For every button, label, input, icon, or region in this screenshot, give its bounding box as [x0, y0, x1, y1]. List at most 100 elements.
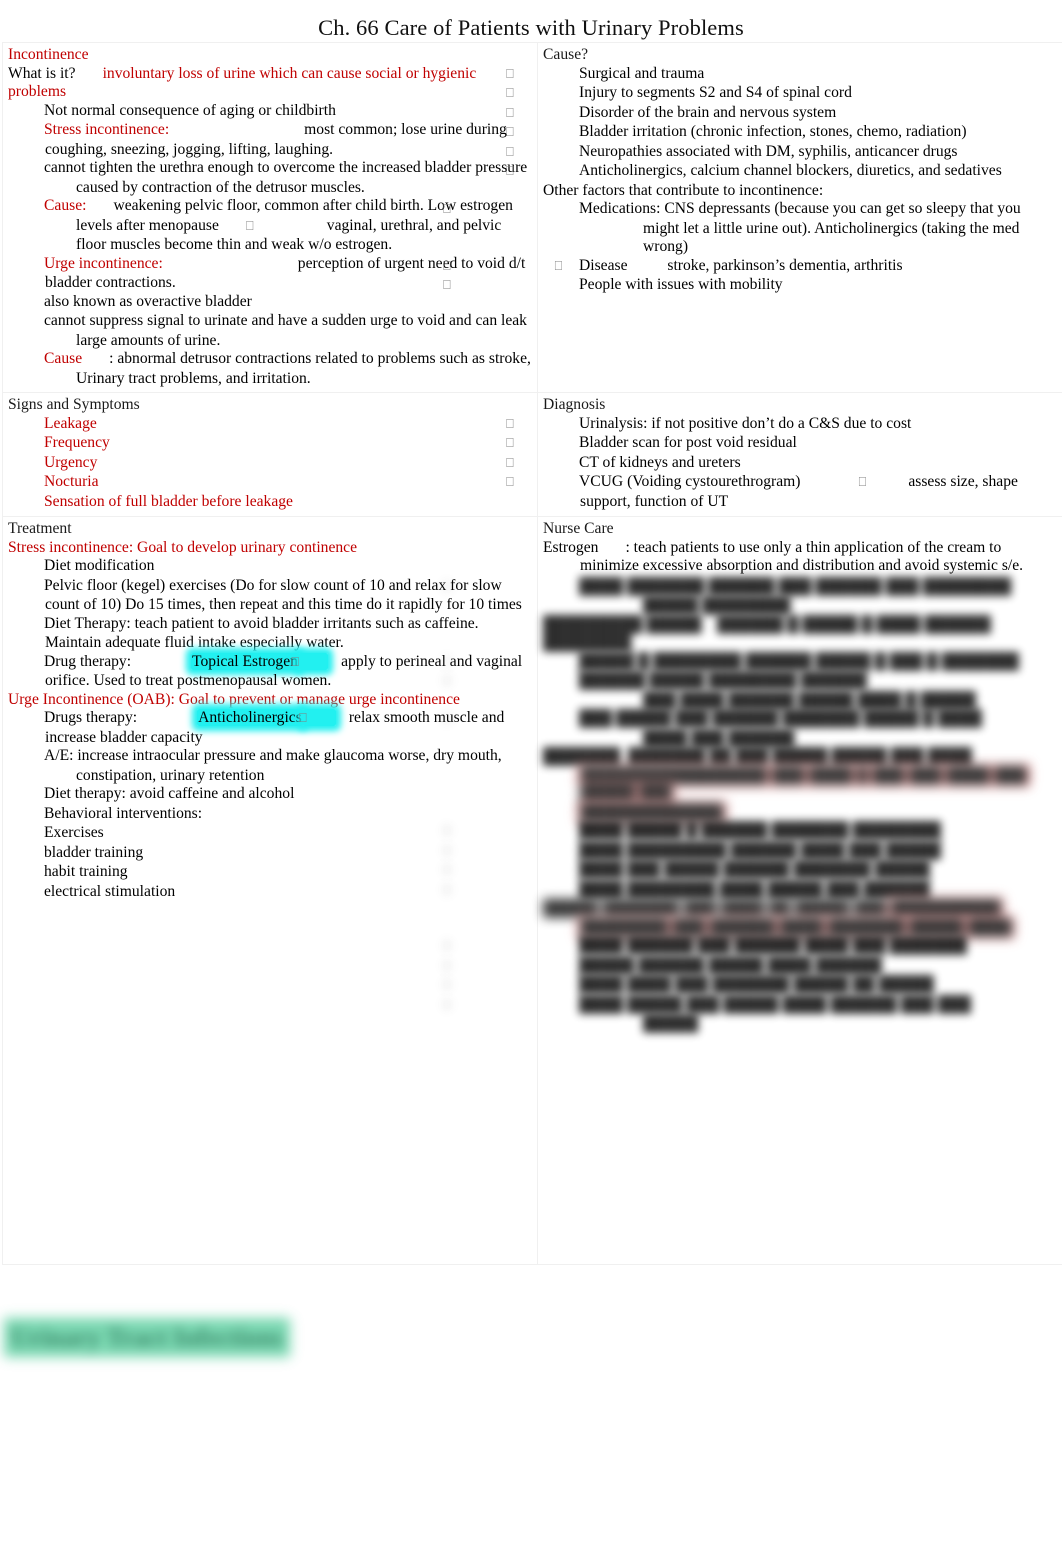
bullet-box-icon — [8, 845, 17, 864]
obscured-list-item: ████ ███ █████ ██████ ███████ █████ — [543, 861, 1058, 881]
list-item: Bladder irritation (chronic infection, s… — [543, 123, 1058, 143]
list-item: Neuropathies associated with DM, syphili… — [543, 143, 1058, 163]
list-item-label: Not normal consequence of aging or child… — [44, 101, 336, 119]
list-item-urge-cause: Cause: abnormal detrusor contractions re… — [8, 350, 533, 388]
obscured-highlight-line: █████████████ — [543, 803, 1058, 823]
list-item-label: Behavioral interventions: — [44, 804, 203, 822]
obscured-list-item: ████ ████ ███ ███████ █████ ██ █████ — [543, 976, 1058, 996]
stress-goal: Stress incontinence: Goal to develop uri… — [8, 538, 358, 556]
arrow-box-icon — [314, 218, 323, 237]
list-item: bladder training — [8, 844, 533, 864]
list-item-label: electrical stimulation — [44, 882, 176, 900]
urge-goal: Urge Incontinence (OAB): Goal to prevent… — [8, 690, 460, 708]
bullet-box-icon — [8, 616, 17, 635]
bullet-box-icon — [8, 558, 17, 577]
bullet-box-icon — [543, 823, 552, 842]
obscured-list-item: █████ ██████ █████ ████ ██████ — [543, 957, 1058, 977]
highlight-trailing-space — [298, 652, 329, 670]
list-item: Bladder scan for post void residual — [543, 434, 1058, 454]
bullet-box-icon — [543, 124, 552, 143]
estrogen-line: Estrogen: teach patients to use only a t… — [543, 539, 1058, 576]
arrow-box-icon — [328, 654, 337, 673]
list-item-vcug: VCUG (Voiding cystourethrogram) assess s… — [543, 473, 1058, 511]
list-item-drugs-therapy: Drugs therapy:Anticholinergics relax smo… — [8, 709, 533, 747]
list-item-label: Injury to segments S2 and S4 of spinal c… — [579, 84, 852, 101]
bullet-box-icon — [8, 578, 17, 597]
list-item-label: Disorder of the brain and nervous system — [579, 103, 837, 121]
bullet-box-icon — [543, 105, 552, 124]
bullet-box-icon — [8, 256, 17, 275]
list-item: Surgical and trauma — [543, 65, 1058, 85]
table-row: Treatment Stress incontinence: Goal to d… — [2, 516, 1062, 1265]
list-item-label: Nocturia — [44, 473, 99, 490]
cell-cause: Cause? Surgical and trauma Injury to seg… — [537, 42, 1062, 393]
list-item-label: Diet Therapy: teach patient to avoid bla… — [44, 614, 483, 652]
list-item: Nocturia — [8, 473, 533, 493]
list-item: Leakage — [8, 415, 533, 435]
what-is-it-line: What is it? involuntary loss of urine whi… — [8, 65, 533, 102]
bullet-box-icon — [543, 579, 552, 598]
list-item: Injury to segments S2 and S4 of spinal c… — [543, 84, 1058, 104]
cause-heading: Cause? — [543, 46, 589, 63]
table-row: Incontinence What is it? involuntary loss… — [2, 42, 1062, 393]
pink-highlight: ██████████ — [890, 900, 1002, 917]
bullet-box-icon — [8, 710, 17, 729]
list-item-label: Sensation of full bladder before leakage — [44, 492, 293, 510]
list-item-label: Neuropathies associated with DM, syphili… — [579, 142, 958, 160]
list-item-label: Urinalysis: if not positive don’t do a C… — [579, 414, 912, 432]
content-grid: Incontinence What is it? involuntary loss… — [2, 42, 1062, 1265]
bullet-box-icon — [543, 201, 552, 220]
obscured-highlight-line: █████ ███████ ███ ████ ██ █████ ███ ████… — [543, 900, 1002, 917]
bullet-box-icon — [543, 66, 552, 85]
bullet-box-icon — [543, 958, 552, 977]
list-item: Diet therapy: avoid caffeine and alcohol — [8, 785, 533, 805]
bullet-box-icon — [8, 748, 17, 767]
obscured-highlight-line: ████████ ███ ██████ ████ ███████ █████ █… — [543, 918, 1058, 938]
bullet-box-icon — [543, 862, 552, 881]
list-item-label: also known as overactive bladder — [44, 292, 252, 310]
bullet-box-icon — [8, 494, 17, 513]
bullet-box-icon — [543, 977, 552, 996]
other-factors-heading: Other factors that contribute to inconti… — [543, 181, 824, 199]
list-item-label: A/E: increase intraocular pressure and m… — [44, 747, 506, 784]
list-item: Medications: CNS depressants (because yo… — [543, 200, 1058, 257]
obscured-list-item: ████ ██████ ███ ██████ ████ ███ ███████ — [543, 937, 1058, 957]
obscured-text: ████ ███████ ██████ ███ ██████ ███ █████… — [579, 577, 1012, 595]
cell-signs-symptoms: Signs and Symptoms Leakage Frequency Urg… — [2, 392, 538, 517]
arrow-box-icon — [655, 258, 664, 277]
list-item: habit training — [8, 863, 533, 883]
list-item-label: cannot suppress signal to urinate and ha… — [44, 312, 531, 349]
stress-cause-label: Cause: — [44, 197, 87, 214]
bullet-box-icon — [8, 455, 17, 474]
list-item: Exercises — [8, 824, 533, 844]
list-item: Sensation of full bladder before leakage — [8, 493, 533, 513]
urge-cause-text: : abnormal detrusor contractions related… — [76, 350, 535, 387]
list-item: Frequency — [8, 434, 533, 454]
bullet-box-icon — [543, 258, 552, 277]
bullet-box-icon — [8, 474, 17, 493]
list-item-label: bladder training — [44, 843, 144, 861]
obscured-text: █████ ████████ — [643, 597, 791, 614]
list-item-label: People with issues with mobility — [579, 276, 783, 293]
list-item: Behavioral interventions: — [8, 805, 533, 825]
estrogen-label: Estrogen — [543, 538, 599, 556]
signs-heading: Signs and Symptoms — [8, 396, 140, 413]
obscured-text: ███ ████ ██████ █████ ████ █ █████ — [643, 691, 976, 709]
bullet-box-icon — [8, 122, 17, 141]
list-item-label: Diet modification — [44, 557, 155, 574]
bottom-section-title: Urinary Tract Infections — [8, 1322, 286, 1354]
bullet-box-icon — [543, 673, 552, 692]
list-item: Not normal consequence of aging or child… — [8, 102, 533, 122]
disease-label: Disease — [579, 256, 628, 274]
slide-page: Ch. 66 Care of Patients with Urinary Pro… — [0, 0, 1062, 1561]
obscured-list-item: ████ █████ ███ █████ ████ ██████ ███ ███ — [543, 996, 1058, 1016]
list-item-stress-cause: Cause:weakening pelvic floor, common aft… — [8, 197, 533, 255]
bullet-box-icon — [8, 654, 17, 673]
obscured-text: ████ ███ ██████ — [643, 729, 795, 747]
list-item-label: habit training — [44, 863, 128, 880]
list-item-stress: Stress incontinence:most common; lose ur… — [8, 121, 533, 159]
bullet-box-icon — [8, 806, 17, 825]
list-item-urge: Urge incontinence:perception of urgent n… — [8, 255, 533, 293]
obscured-list-item: ████ █████████ ██████ ████ ███ █████ — [543, 842, 1058, 862]
incontinence-heading: Incontinence — [8, 46, 89, 63]
